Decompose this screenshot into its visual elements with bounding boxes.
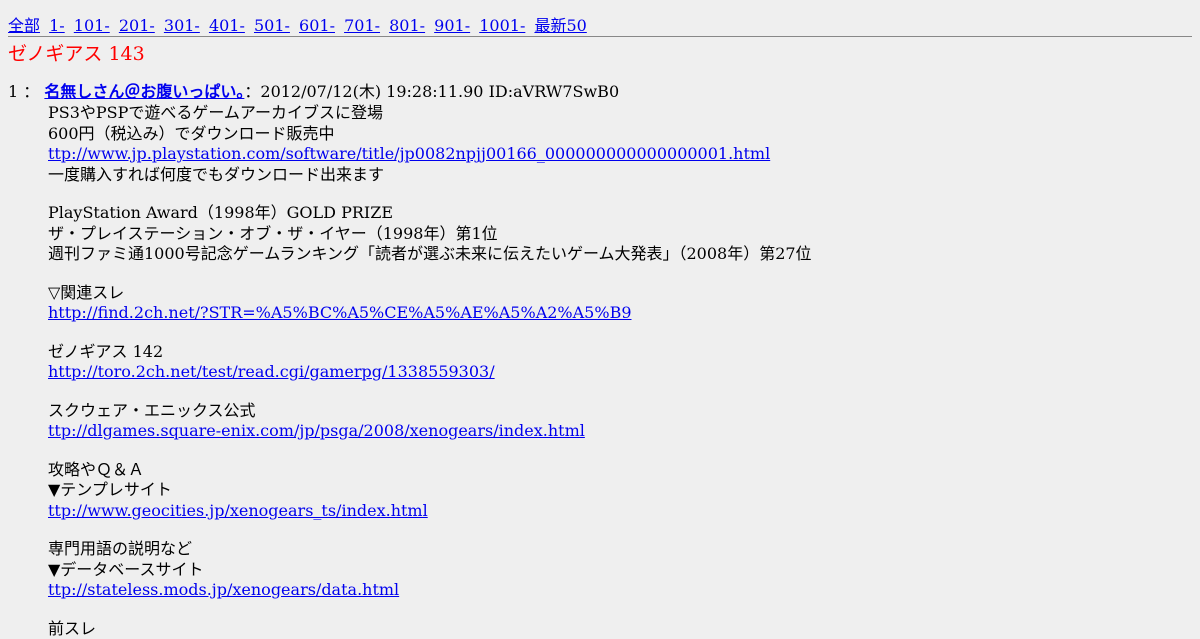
nav-link-601[interactable]: 601- [299,16,335,35]
post-header: 1 ： 名無しさん＠お腹いっぱい。：2012/07/12(木) 19:28:11… [8,82,619,102]
nav-link-latest50[interactable]: 最新50 [534,16,586,35]
body-text: 600円（税込み）でダウンロード販売中 [48,124,1188,145]
body-text: ザ・プレイステーション・オブ・ザ・イヤー（1998年）第1位 [48,224,1188,245]
body-text: 週刊ファミ通1000号記念ゲームランキング「読者が選ぶ未来に伝えたいゲーム大発表… [48,244,1188,265]
body-link[interactable]: http://find.2ch.net/?STR=%A5%BC%A5%CE%A5… [48,303,632,322]
body-text: PS3やPSPで遊べるゲームアーカイブスに登場 [48,103,1188,124]
post-separator: ： [18,82,39,101]
post-body: PS3やPSPで遊べるゲームアーカイブスに登場 600円（税込み）でダウンロード… [48,103,1188,639]
nav-link-1[interactable]: 1- [49,16,65,35]
nav-link-801[interactable]: 801- [389,16,425,35]
post-meta: ：2012/07/12(木) 19:28:11.90 ID:aVRW7SwB0 [244,82,619,101]
body-link[interactable]: ttp://dlgames.square-enix.com/jp/psga/20… [48,421,585,440]
nav-link-1001[interactable]: 1001- [479,16,525,35]
nav-link-all[interactable]: 全部 [8,16,40,35]
body-text: 攻略やＱ＆Ａ [48,460,1188,481]
body-text: ▼データベースサイト [48,560,1188,581]
body-link[interactable]: ttp://www.geocities.jp/xenogears_ts/inde… [48,501,428,520]
thread-title: ゼノギアス 143 [8,42,145,66]
body-link[interactable]: http://toro.2ch.net/test/read.cgi/gamerp… [48,362,495,381]
body-text: ▽関連スレ [48,283,1188,304]
body-text: ▼テンプレサイト [48,480,1188,501]
poster-name-link[interactable]: 名無しさん＠お腹いっぱい。 [44,82,244,101]
body-text: 専門用語の説明など [48,539,1188,560]
nav-link-201[interactable]: 201- [119,16,155,35]
divider [8,36,1192,37]
body-text: PlayStation Award（1998年）GOLD PRIZE [48,203,1188,224]
body-link[interactable]: ttp://www.jp.playstation.com/software/ti… [48,144,770,163]
thread-nav: 全部 1- 101- 201- 301- 401- 501- 601- 701-… [8,16,591,36]
body-text: 一度購入すれば何度でもダウンロード出来ます [48,165,1188,186]
body-text: ゼノギアス 142 [48,342,1188,363]
body-link[interactable]: ttp://stateless.mods.jp/xenogears/data.h… [48,580,399,599]
nav-link-101[interactable]: 101- [74,16,110,35]
body-text: スクウェア・エニックス公式 [48,401,1188,422]
nav-link-501[interactable]: 501- [254,16,290,35]
nav-link-901[interactable]: 901- [434,16,470,35]
nav-link-401[interactable]: 401- [209,16,245,35]
nav-link-701[interactable]: 701- [344,16,380,35]
nav-link-301[interactable]: 301- [164,16,200,35]
body-text: 前スレ [48,619,1188,639]
post-number: 1 [8,82,18,101]
